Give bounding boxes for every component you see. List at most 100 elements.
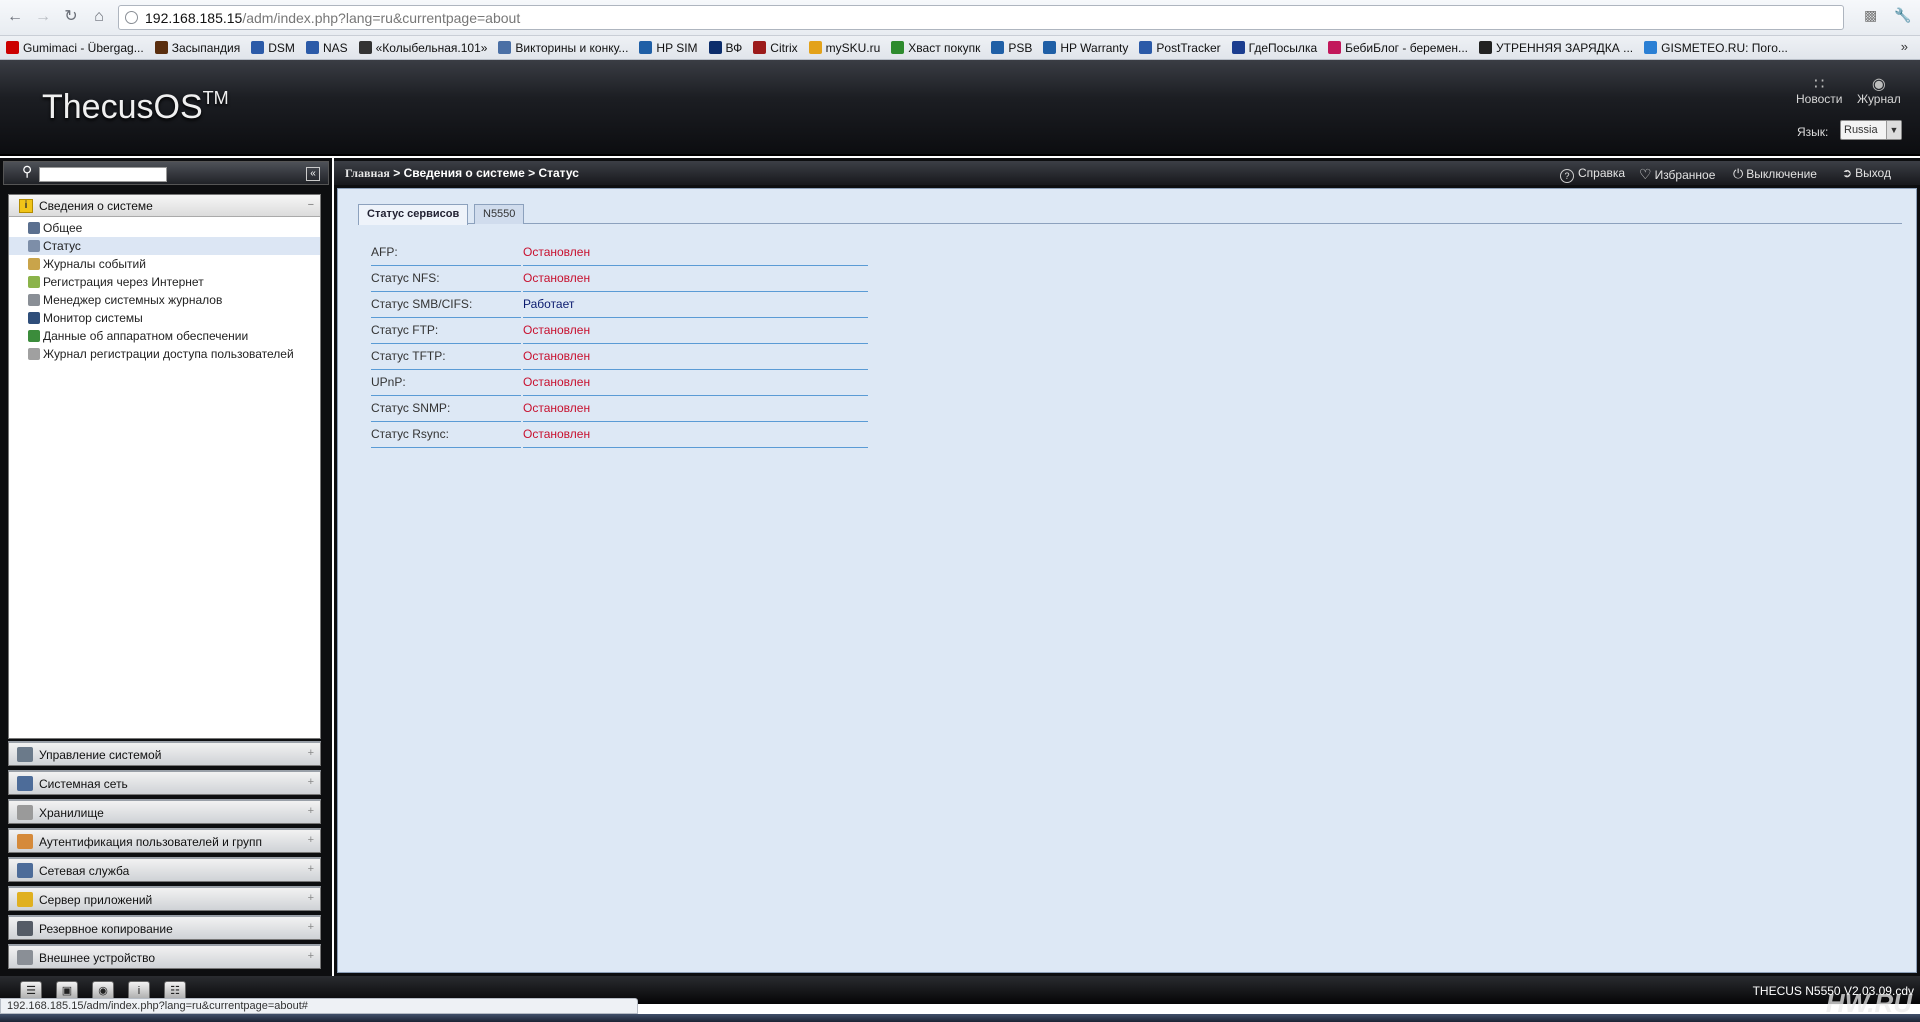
- sidebar-section[interactable]: Резервное копирование +: [8, 915, 321, 940]
- bookmark-favicon-icon: [154, 41, 168, 54]
- bookmark-item[interactable]: Викторины и конку...: [498, 36, 628, 59]
- bookmark-favicon-icon: [1479, 41, 1493, 54]
- expand-icon[interactable]: +: [308, 863, 314, 875]
- tab-n5550[interactable]: N5550: [474, 204, 525, 224]
- bookmark-item[interactable]: Хваст покупк: [891, 36, 981, 59]
- sidebar-section[interactable]: Аутентификация пользователей и групп +: [8, 828, 321, 853]
- sidebar-section[interactable]: Управление системой +: [8, 741, 321, 766]
- bookmark-label: GISMETEO.RU: Пого...: [1661, 41, 1788, 55]
- system-info-panel: i Сведения о системе − Общее Статус Журнал…: [8, 194, 321, 739]
- tree-item[interactable]: Монитор системы: [9, 309, 320, 327]
- section-label: Внешнее устройство: [39, 951, 156, 965]
- sidebar-search-bar: ⚲ «: [3, 161, 329, 185]
- bookmark-item[interactable]: УТРЕННЯЯ ЗАРЯДКА ...: [1479, 36, 1634, 59]
- bookmark-item[interactable]: Gumimaci - Übergag...: [6, 36, 144, 59]
- breadcrumb-home[interactable]: Главная: [345, 166, 390, 180]
- info-icon: i: [19, 199, 33, 213]
- address-bar[interactable]: 192.168.185.15/adm/index.php?lang=ru&cur…: [118, 5, 1844, 30]
- logout-button[interactable]: ➲ Выход: [1842, 166, 1891, 180]
- search-input[interactable]: [39, 167, 167, 182]
- favorites-label: Избранное: [1654, 168, 1716, 182]
- bookmarks-overflow-icon[interactable]: »: [1901, 36, 1908, 58]
- bookmark-item[interactable]: HP SIM: [639, 36, 698, 59]
- bookmark-item[interactable]: NAS: [305, 36, 348, 59]
- bookmark-favicon-icon: [1328, 41, 1342, 54]
- expand-icon[interactable]: +: [308, 805, 314, 817]
- section-icon: [17, 950, 33, 965]
- expand-icon[interactable]: +: [308, 834, 314, 846]
- bookmark-label: Засыпандия: [171, 41, 241, 55]
- browser-status-url: 192.168.185.15/adm/index.php?lang=ru&cur…: [0, 998, 638, 1014]
- wrench-icon[interactable]: 🔧: [1894, 7, 1911, 24]
- section-icon: [17, 863, 33, 878]
- news-label: Новости: [1796, 92, 1843, 106]
- expand-icon[interactable]: +: [308, 747, 314, 759]
- expand-icon[interactable]: +: [308, 776, 314, 788]
- service-status: Работает: [523, 297, 868, 318]
- forward-icon[interactable]: →: [32, 6, 54, 28]
- category-label: Сведения о системе: [39, 199, 153, 213]
- sidebar-section[interactable]: Хранилище +: [8, 799, 321, 824]
- tree-item[interactable]: Общее: [9, 219, 320, 237]
- collapse-icon[interactable]: −: [308, 199, 314, 211]
- tree-item-label: Данные об аппаратном обеспечении: [43, 329, 249, 343]
- breadcrumb-separator: >: [393, 166, 401, 180]
- bookmark-item[interactable]: PostTracker: [1139, 36, 1221, 59]
- bookmark-favicon-icon: [498, 41, 512, 54]
- expand-icon[interactable]: +: [308, 921, 314, 933]
- bookmark-label: УТРЕННЯЯ ЗАРЯДКА ...: [1496, 41, 1634, 55]
- tab-service-status[interactable]: Статус сервисов: [358, 204, 469, 225]
- language-select[interactable]: Russia ▼: [1840, 120, 1902, 140]
- sidebar-section[interactable]: Сетевая служба +: [8, 857, 321, 882]
- news-link[interactable]: ∷ Новости: [1796, 74, 1842, 106]
- sidebar-section[interactable]: Сервер приложений +: [8, 886, 321, 911]
- bookmark-item[interactable]: PSB: [991, 36, 1032, 59]
- help-button[interactable]: ? Справка: [1560, 166, 1625, 183]
- breadcrumb-separator: >: [528, 166, 536, 180]
- bookmark-label: Хваст покупк: [908, 41, 981, 55]
- watermark: HW.RU: [1825, 988, 1912, 1018]
- language-value: Russia: [1844, 124, 1878, 136]
- sidebar-section[interactable]: Внешнее устройство +: [8, 944, 321, 969]
- bookmark-item[interactable]: ГдеПосылка: [1231, 36, 1317, 59]
- tree-item-icon: [28, 312, 40, 324]
- expand-icon[interactable]: +: [308, 950, 314, 962]
- back-icon[interactable]: ←: [4, 6, 26, 28]
- bookmark-item[interactable]: «Колыбельная.101»: [358, 36, 487, 59]
- tree-item[interactable]: Данные об аппаратном обеспечении: [9, 327, 320, 345]
- journal-link[interactable]: ◉ Журнал: [1857, 74, 1901, 106]
- category-header-system-info[interactable]: i Сведения о системе −: [9, 195, 320, 217]
- bookmark-item[interactable]: Citrix: [753, 36, 798, 59]
- bookmark-item[interactable]: HP Warranty: [1043, 36, 1128, 59]
- bookmark-item[interactable]: БебиБлог - беремен...: [1328, 36, 1469, 59]
- bookmark-favicon-icon: [708, 41, 722, 54]
- tree-item[interactable]: Статус: [9, 237, 320, 255]
- tree-item[interactable]: Журналы событий: [9, 255, 320, 273]
- sidebar-section[interactable]: Системная сеть +: [8, 770, 321, 795]
- bookmark-item[interactable]: mySKU.ru: [808, 36, 880, 59]
- tree-item-label: Журналы событий: [43, 257, 146, 271]
- help-label: Справка: [1578, 166, 1626, 180]
- bookmark-item[interactable]: Засыпандия: [154, 36, 241, 59]
- shutdown-button[interactable]: ⏻ Выключение: [1733, 166, 1817, 182]
- collapse-sidebar-icon[interactable]: «: [306, 167, 320, 181]
- service-name: Статус SMB/CIFS:: [371, 297, 521, 318]
- reload-icon[interactable]: ↻: [60, 6, 82, 28]
- tree-item[interactable]: Журнал регистрации доступа пользователей: [9, 345, 320, 363]
- bookmark-item[interactable]: ВФ: [708, 36, 742, 59]
- tree-item-icon: [28, 276, 40, 288]
- tree-item[interactable]: Менеджер системных журналов: [9, 291, 320, 309]
- bookmark-label: БебиБлог - беремен...: [1345, 41, 1469, 55]
- favorites-button[interactable]: ♡ Избранное: [1639, 166, 1715, 183]
- tree-item-label: Общее: [43, 221, 83, 235]
- tree-item[interactable]: Регистрация через Интернет: [9, 273, 320, 291]
- os-taskbar: [0, 1014, 1920, 1022]
- bookmark-favicon-icon: [305, 41, 319, 54]
- bookmark-item[interactable]: DSM: [251, 36, 295, 59]
- expand-icon[interactable]: +: [308, 892, 314, 904]
- section-icon: [17, 805, 33, 820]
- section-label: Сервер приложений: [39, 893, 153, 907]
- bookmark-item[interactable]: GISMETEO.RU: Пого...: [1644, 36, 1788, 59]
- section-icon: [17, 834, 33, 849]
- home-icon[interactable]: ⌂: [88, 6, 110, 28]
